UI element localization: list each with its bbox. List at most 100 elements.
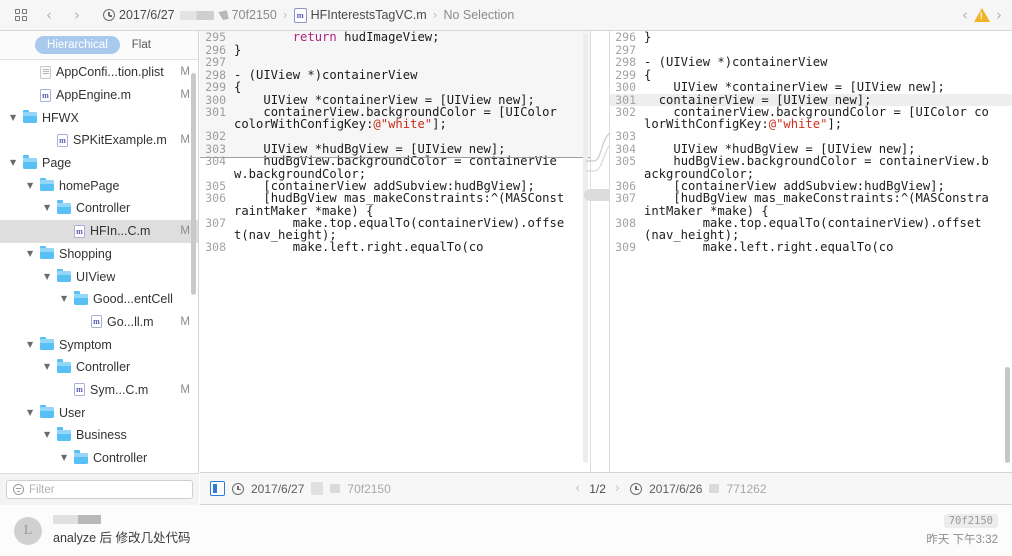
version-right-date: 2017/6/26 (649, 481, 703, 496)
tree-row[interactable]: ▼ homePage (0, 174, 198, 197)
previous-issue-button[interactable]: ‹ (962, 7, 968, 23)
clock-icon (232, 482, 244, 495)
line-number: 302 (615, 105, 636, 119)
tree-row[interactable]: m AppEngine.m M (0, 84, 198, 107)
disclosure-triangle-open-icon[interactable]: ▼ (61, 454, 71, 462)
breadcrumb-separator-2: › (432, 8, 438, 22)
editor-divider[interactable] (590, 31, 610, 472)
code-line-text: return hudImageView; (234, 31, 574, 43)
objc-file-icon: m (91, 315, 102, 329)
disclosure-triangle-open-icon[interactable]: ▼ (10, 113, 20, 122)
toolbar-left-controls: ‹ › (0, 4, 90, 26)
disclosure-triangle-open-icon[interactable]: ▼ (44, 272, 54, 281)
folder-icon (57, 359, 71, 373)
folder-icon (57, 427, 71, 441)
line-number: 309 (615, 240, 636, 255)
code-line-text: containerView = [UIView new]; (644, 93, 996, 106)
tree-row[interactable]: m Go...ll.m M (0, 311, 198, 334)
tree-row[interactable]: m HFIn...C.m M (0, 219, 198, 243)
sidebar-scrollbar[interactable] (191, 73, 196, 295)
file-tree[interactable]: AppConfi...tion.plist Mm AppEngine.m M ▼ HFWX… (0, 61, 198, 473)
version-right-redacted-tag (709, 484, 720, 493)
line-number: 301 (205, 105, 226, 119)
grid-icon (15, 9, 27, 21)
tree-row[interactable]: ▼ UIView (0, 265, 198, 288)
navigate-forward-button[interactable]: › (64, 4, 90, 26)
next-issue-button[interactable]: › (996, 7, 1002, 23)
tree-row[interactable]: ▼ Business (0, 424, 198, 447)
line-number: 299 (205, 80, 226, 94)
code-line-text: { (234, 81, 574, 93)
navigate-back-button[interactable]: ‹ (36, 4, 62, 26)
tree-row-label: Controller (76, 360, 131, 375)
segment-flat[interactable]: Flat (120, 36, 163, 54)
filter-input[interactable]: Filter (6, 480, 193, 499)
segment-hierarchical[interactable]: Hierarchical (35, 36, 120, 54)
line-number: 307 (615, 191, 636, 206)
left-pane-scrollbar[interactable] (583, 33, 588, 463)
disclosure-triangle-open-icon[interactable]: ▼ (27, 181, 37, 190)
disclosure-triangle-open-icon[interactable]: ▼ (27, 249, 37, 258)
tree-row[interactable]: ▼ Controller (0, 197, 198, 220)
editor-pane-right[interactable]: 296} 297 298- (UIView *)containerView 299{… (610, 31, 1012, 472)
disclosure-triangle-open-icon[interactable]: ▼ (27, 340, 37, 349)
code-left: 295 return hudImageView; 296} 297 298- (UI… (200, 31, 590, 254)
tree-row[interactable]: ▼ Shopping (0, 243, 198, 266)
version-right-selector[interactable]: 2017/6/26 771262 (620, 472, 930, 505)
tree-row[interactable]: ▼ User (0, 401, 198, 424)
tree-row-label: Shopping (59, 246, 112, 261)
code-line-text: UIView *hudBgView = [UIView new]; (644, 143, 996, 155)
code-line-text: } (234, 43, 574, 56)
breadcrumb-item-commit[interactable]: 70f2150 (214, 8, 282, 22)
disclosure-triangle-open-icon[interactable]: ▼ (27, 408, 37, 417)
tree-row[interactable]: ▼ HFWX (0, 106, 198, 129)
editor-pane-left[interactable]: 295 return hudImageView; 296} 297 298- (UI… (200, 31, 590, 472)
right-pane-scrollbar[interactable] (1005, 367, 1010, 463)
code-line-text: make.top.equalTo(containerView).offset(n… (234, 217, 574, 241)
tree-row[interactable]: ▼ Symptom (0, 333, 198, 356)
tree-row[interactable]: m Sym...C.m M (0, 379, 198, 402)
line-number: 308 (615, 215, 636, 230)
breadcrumb-file-label: HFInterestsTagVC.m (310, 8, 427, 22)
disclosure-triangle-open-icon[interactable]: ▼ (10, 159, 20, 167)
code-line-text: UIView *hudBgView = [UIView new]; (234, 143, 574, 155)
tree-row-label: AppConfi...tion.plist (56, 65, 164, 80)
code-line-text: { (644, 68, 996, 81)
tree-row[interactable]: ▼ Page (0, 152, 198, 175)
folder-icon (40, 336, 54, 351)
warning-triangle-icon[interactable] (974, 8, 990, 22)
disclosure-triangle-open-icon[interactable]: ▼ (44, 431, 54, 439)
code-line: 298- (UIView *)containerView (200, 68, 590, 82)
tree-row[interactable]: ▼ Controller (0, 447, 198, 470)
show-navigator-button[interactable] (8, 4, 34, 26)
breadcrumb-selection-label: No Selection (443, 8, 515, 22)
breadcrumb-item-file[interactable]: m HFInterestsTagVC.m (289, 7, 432, 23)
folder-icon (57, 200, 71, 214)
tree-row[interactable]: ▼ Controller (0, 356, 198, 379)
version-left-selector[interactable]: 2017/6/27 70f2150 (200, 472, 575, 505)
breadcrumb-item-selection[interactable]: No Selection (438, 8, 519, 22)
objc-file-icon: m (74, 224, 85, 238)
breadcrumb-item-date[interactable]: 2017/6/27 (98, 8, 180, 22)
tree-row[interactable]: AppConfi...tion.plist M (0, 61, 198, 84)
tree-row[interactable]: ▼ Good...entCell (0, 288, 198, 311)
tree-row-label: Controller (76, 201, 131, 216)
folder-icon (40, 404, 54, 419)
code-line-text: UIView *containerView = [UIView new]; (644, 81, 996, 93)
code-line-text (234, 56, 574, 68)
tree-row[interactable]: m SPKitExample.m M (0, 129, 198, 152)
line-number: 295 (205, 31, 226, 44)
commit-date: 昨天 下午3:32 (926, 534, 998, 546)
disclosure-triangle-open-icon[interactable]: ▼ (61, 295, 71, 303)
version-pager-prev[interactable]: ‹ (575, 481, 580, 496)
code-line: 295 return hudImageView; (200, 31, 590, 44)
toolbar: ‹ › 2017/6/27 70f2150 › m HFInterestsTag… (0, 0, 1012, 31)
breadcrumb-redacted-author (179, 10, 214, 20)
code-line-text: containerView.backgroundColor = [UIColor… (234, 106, 574, 130)
disclosure-triangle-open-icon[interactable]: ▼ (44, 363, 54, 371)
disclosure-triangle-open-icon[interactable]: ▼ (44, 204, 54, 212)
code-token: [hudBgView mas_makeConstraints:^(MASCons… (644, 191, 989, 218)
editor-selector-icon[interactable] (210, 481, 225, 496)
avatar: L (14, 516, 42, 545)
code-line-text: [containerView addSubview:hudBgView]; (234, 180, 574, 192)
